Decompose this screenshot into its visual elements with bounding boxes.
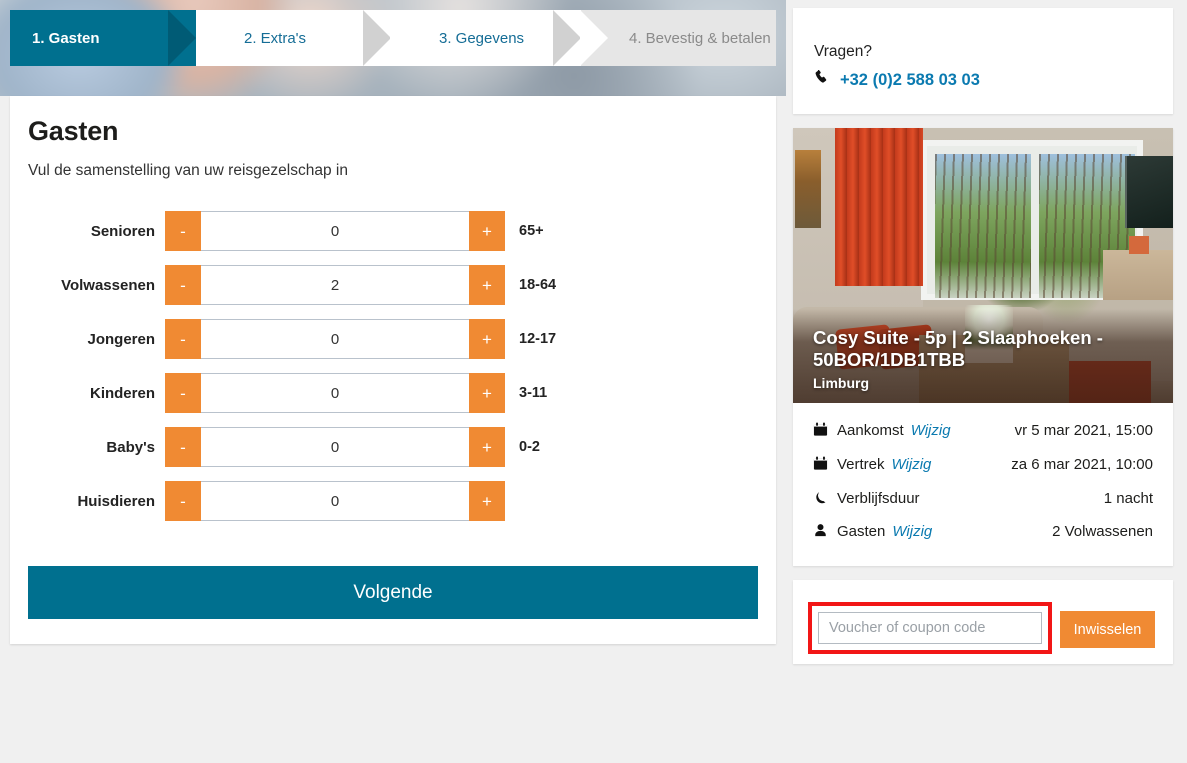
calendar-icon — [813, 456, 837, 477]
counter-value-kinderen[interactable]: 0 — [201, 373, 469, 413]
tv-shape — [1125, 156, 1173, 228]
change-aankomst-link[interactable]: Wijzig — [911, 422, 951, 441]
change-gasten-link[interactable]: Wijzig — [892, 523, 932, 542]
page-title: Gasten — [28, 116, 119, 146]
step-3-separator-icon — [363, 10, 391, 66]
detail-value-gasten: 2 Volwassenen — [1052, 523, 1153, 541]
next-button[interactable]: Volgende — [28, 566, 758, 619]
counter-label-volwassenen: Volwassenen — [61, 276, 155, 294]
counter-row-kinderen: Kinderen - 0 + 3-11 — [10, 373, 776, 413]
decrement-volwassenen-button[interactable]: - — [165, 265, 201, 305]
step-4-bevestig-betalen: 4. Bevestig & betalen — [553, 10, 776, 66]
contact-card: Vragen? +32 (0)2 588 03 03 — [793, 8, 1173, 114]
counter-stepper-huisdieren: - 0 + — [165, 481, 505, 521]
redeem-voucher-button[interactable]: Inwisselen — [1060, 611, 1155, 648]
step-2-extras[interactable]: 2. Extra's — [168, 10, 418, 66]
curtain-shape — [835, 128, 923, 286]
counter-row-babys: Baby's - 0 + 0-2 — [10, 427, 776, 467]
detail-value-aankomst: vr 5 mar 2021, 15:00 — [1014, 422, 1153, 439]
step-2-label: 2. Extra's — [244, 29, 307, 47]
page-subtitle: Vul de samenstelling van uw reisgezelsch… — [28, 162, 348, 179]
counter-value-senioren[interactable]: 0 — [201, 211, 469, 251]
step-2-separator-icon — [168, 10, 196, 66]
step-1-label: 1. Gasten — [32, 29, 100, 47]
moon-icon — [813, 490, 837, 511]
counter-value-jongeren[interactable]: 0 — [201, 319, 469, 359]
calendar-icon — [813, 422, 837, 443]
contact-phone-row: +32 (0)2 588 03 03 — [814, 69, 980, 90]
counter-row-senioren: Senioren - 0 + 65+ — [10, 211, 776, 251]
window-pane-left — [935, 154, 1031, 298]
counter-range-senioren: 65+ — [519, 223, 544, 239]
property-photo: Cosy Suite - 5p | 2 Slaaphoeken - 50BOR/… — [793, 128, 1173, 403]
detail-value-verblijfsduur: 1 nacht — [1103, 489, 1153, 507]
detail-row-aankomst: Aankomst Wijzig vr 5 mar 2021, 15:00 — [813, 415, 1153, 449]
increment-huisdieren-button[interactable]: + — [469, 481, 505, 521]
property-overlay: Cosy Suite - 5p | 2 Slaaphoeken - 50BOR/… — [793, 309, 1173, 403]
right-sidebar: Vragen? +32 (0)2 588 03 03 Cosy Suite - … — [793, 8, 1173, 678]
detail-label-aankomst: Aankomst — [837, 422, 904, 439]
checkout-stepper: 1. Gasten 2. Extra's 3. Gegevens 4. Beve… — [10, 10, 776, 66]
decrement-babys-button[interactable]: - — [165, 427, 201, 467]
cabinet-shape — [1103, 250, 1173, 300]
guest-counter-list: Senioren - 0 + 65+ Volwassenen - 2 + 18-… — [10, 211, 776, 535]
change-vertrek-link[interactable]: Wijzig — [892, 456, 932, 475]
counter-label-babys: Baby's — [106, 438, 155, 456]
counter-range-babys: 0-2 — [519, 439, 540, 455]
increment-volwassenen-button[interactable]: + — [469, 265, 505, 305]
detail-label-gasten: Gasten — [837, 523, 886, 541]
increment-jongeren-button[interactable]: + — [469, 319, 505, 359]
counter-stepper-babys: - 0 + — [165, 427, 505, 467]
artwork-shape — [795, 150, 821, 228]
step-4-label: 4. Bevestig & betalen — [629, 29, 771, 47]
increment-kinderen-button[interactable]: + — [469, 373, 505, 413]
contact-phone-link[interactable]: +32 (0)2 588 03 03 — [840, 71, 980, 90]
property-title: Cosy Suite - 5p | 2 Slaaphoeken - 50BOR/… — [813, 327, 1103, 370]
counter-value-volwassenen[interactable]: 2 — [201, 265, 469, 305]
counter-range-volwassenen: 18-64 — [519, 277, 557, 293]
guests-form-card: Gasten Vul de samenstelling van uw reisg… — [10, 96, 776, 644]
voucher-card: Inwisselen — [793, 580, 1173, 664]
counter-stepper-volwassenen: - 2 + — [165, 265, 505, 305]
counter-value-babys[interactable]: 0 — [201, 427, 469, 467]
counter-value-huisdieren[interactable]: 0 — [201, 481, 469, 521]
counter-range-kinderen: 3-11 — [519, 385, 548, 401]
counter-stepper-senioren: - 0 + — [165, 211, 505, 251]
decrement-huisdieren-button[interactable]: - — [165, 481, 201, 521]
counter-label-jongeren: Jongeren — [87, 330, 155, 348]
counter-label-senioren: Senioren — [90, 222, 155, 240]
increment-senioren-button[interactable]: + — [469, 211, 505, 251]
counter-range-jongeren: 12-17 — [519, 331, 557, 347]
step-4-separator-icon — [553, 10, 581, 66]
increment-babys-button[interactable]: + — [469, 427, 505, 467]
property-summary-card: Cosy Suite - 5p | 2 Slaaphoeken - 50BOR/… — [793, 128, 1173, 566]
decrement-kinderen-button[interactable]: - — [165, 373, 201, 413]
counter-stepper-kinderen: - 0 + — [165, 373, 505, 413]
booking-details-list: Aankomst Wijzig vr 5 mar 2021, 15:00 Ver… — [793, 403, 1173, 566]
decrement-jongeren-button[interactable]: - — [165, 319, 201, 359]
voucher-input[interactable] — [818, 612, 1042, 644]
detail-label-verblijfsduur: Verblijfsduur — [837, 489, 920, 507]
property-location: Limburg — [813, 375, 869, 391]
decrement-senioren-button[interactable]: - — [165, 211, 201, 251]
detail-row-verblijfsduur: Verblijfsduur 1 nacht — [813, 483, 1153, 517]
phone-icon — [814, 69, 830, 90]
detail-label-vertrek: Vertrek — [837, 455, 885, 473]
detail-value-vertrek: za 6 mar 2021, 10:00 — [1011, 455, 1153, 473]
counter-stepper-jongeren: - 0 + — [165, 319, 505, 359]
detail-row-gasten: Gasten Wijzig 2 Volwassenen — [813, 516, 1153, 550]
counter-row-jongeren: Jongeren - 0 + 12-17 — [10, 319, 776, 359]
detail-row-vertrek: Vertrek Wijzig za 6 mar 2021, 10:00 — [813, 449, 1153, 483]
counter-row-huisdieren: Huisdieren - 0 + — [10, 481, 776, 521]
plant-pot-shape — [1129, 236, 1149, 254]
counter-label-kinderen: Kinderen — [89, 384, 155, 402]
counter-row-volwassenen: Volwassenen - 2 + 18-64 — [10, 265, 776, 305]
counter-label-huisdieren: Huisdieren — [77, 492, 155, 510]
contact-title: Vragen? — [814, 43, 873, 60]
step-3-label: 3. Gegevens — [439, 29, 525, 47]
person-icon — [813, 523, 837, 544]
